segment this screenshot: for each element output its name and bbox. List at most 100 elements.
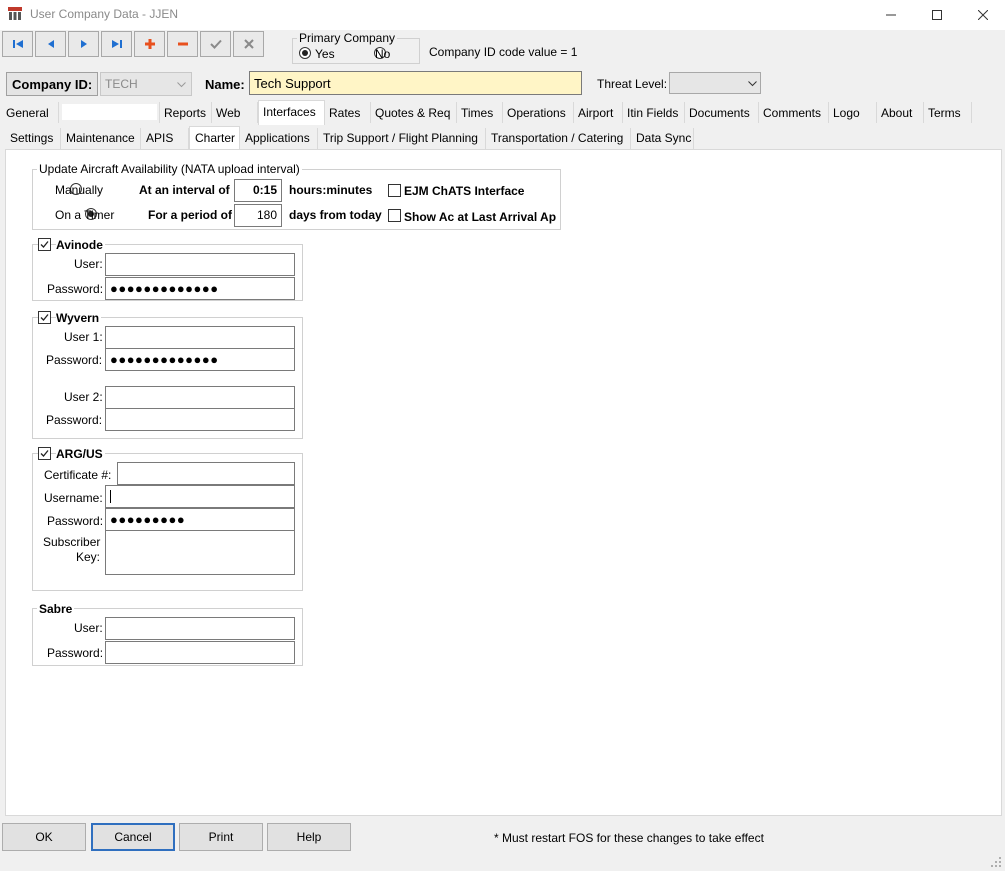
tab-blank-highlight	[62, 104, 157, 120]
avinode-label: Avinode	[56, 238, 105, 252]
primary-yes-radio[interactable]	[299, 47, 311, 59]
tab-times[interactable]: Times	[457, 102, 503, 123]
print-button[interactable]: Print	[179, 823, 263, 851]
show-ac-label: Show Ac at Last Arrival Ap	[404, 210, 557, 224]
period-input[interactable]: 180	[234, 204, 282, 227]
previous-record-button[interactable]	[35, 31, 66, 57]
company-id-select[interactable]: TECH	[100, 72, 192, 96]
minimize-icon	[886, 14, 896, 16]
accept-button[interactable]	[200, 31, 231, 57]
avinode-checkbox[interactable]	[38, 238, 51, 251]
avinode-password-label: Password:	[47, 282, 104, 296]
tab-operations[interactable]: Operations	[503, 102, 574, 123]
checkmark-icon	[40, 241, 49, 248]
threat-level-select[interactable]	[669, 72, 761, 94]
cancel-edit-button[interactable]	[233, 31, 264, 57]
period-unit: days from today	[289, 208, 382, 222]
tab-charter[interactable]: Charter	[189, 126, 240, 150]
next-record-button[interactable]	[68, 31, 99, 57]
avinode-user-input[interactable]	[105, 253, 295, 276]
tab-terms[interactable]: Terms	[924, 102, 972, 123]
tab-reports[interactable]: Reports	[160, 102, 212, 123]
name-input[interactable]: Tech Support	[249, 71, 582, 95]
tab-apis[interactable]: APIS	[141, 128, 189, 149]
sabre-label: Sabre	[37, 602, 75, 616]
company-id-code: Company ID code value = 1	[429, 45, 578, 59]
tab-about[interactable]: About	[877, 102, 924, 123]
tab-transportation-catering[interactable]: Transportation / Catering	[486, 128, 631, 149]
tab-rates[interactable]: Rates	[325, 102, 371, 123]
minimize-button[interactable]	[868, 0, 914, 30]
tab-settings[interactable]: Settings	[5, 128, 61, 149]
on-timer-label: On a Timer	[55, 208, 115, 222]
primary-no-label: No	[375, 47, 391, 61]
show-ac-checkbox[interactable]	[388, 209, 401, 222]
wyvern-label: Wyvern	[56, 311, 102, 325]
argus-subscriber-label: Subscriber	[43, 535, 101, 549]
help-button[interactable]: Help	[267, 823, 351, 851]
text-cursor	[110, 490, 111, 503]
argus-subscriber-key-input[interactable]	[105, 530, 295, 575]
sabre-user-input[interactable]	[105, 617, 295, 640]
argus-checkbox[interactable]	[38, 447, 51, 460]
wyvern-password1-input[interactable]: ●●●●●●●●●●●●●	[105, 348, 295, 371]
title-bar: User Company Data - JJEN	[0, 0, 1005, 30]
chevron-down-icon	[177, 82, 186, 88]
tab-itin-fields[interactable]: Itin Fields	[623, 102, 685, 123]
tab-trip-support[interactable]: Trip Support / Flight Planning	[318, 128, 486, 149]
tab-general[interactable]: General	[2, 102, 59, 123]
last-record-icon	[111, 40, 122, 48]
company-id-label: Company ID:	[6, 72, 98, 96]
checkmark-icon	[40, 314, 49, 321]
close-icon	[978, 10, 988, 20]
name-label: Name:	[205, 77, 245, 92]
delete-record-icon	[177, 42, 188, 46]
manually-label: Manually	[55, 183, 104, 197]
sabre-password-input[interactable]	[105, 641, 295, 664]
interval-input[interactable]: 0:15	[234, 179, 282, 202]
last-record-button[interactable]	[101, 31, 132, 57]
wyvern-checkbox[interactable]	[38, 311, 51, 324]
tab-web[interactable]: Web	[212, 102, 258, 123]
argus-certificate-label: Certificate #:	[44, 468, 112, 482]
primary-company-label: Primary Company	[297, 31, 398, 45]
wyvern-password2-input[interactable]	[105, 408, 295, 431]
tab-interfaces[interactable]: Interfaces	[258, 100, 325, 125]
avinode-password-input[interactable]: ●●●●●●●●●●●●●	[105, 277, 295, 300]
argus-username-input[interactable]	[105, 485, 295, 508]
restart-note: * Must restart FOS for these changes to …	[494, 831, 764, 845]
sabre-user-label: User:	[74, 621, 103, 635]
argus-password-label: Password:	[47, 514, 104, 528]
maximize-icon	[932, 10, 942, 20]
close-window-button[interactable]	[960, 0, 1005, 30]
add-record-button[interactable]	[134, 31, 165, 57]
threat-level-label: Threat Level:	[597, 77, 668, 91]
tab-logo[interactable]: Logo	[829, 102, 877, 123]
accept-icon	[209, 39, 222, 49]
tab-data-sync[interactable]: Data Sync	[631, 128, 694, 149]
tab-airport[interactable]: Airport	[574, 102, 623, 123]
wyvern-user1-input[interactable]	[105, 326, 295, 349]
cancel-button[interactable]: Cancel	[91, 823, 175, 851]
ejm-chats-checkbox[interactable]	[388, 184, 401, 197]
ejm-chats-label: EJM ChATS Interface	[404, 184, 525, 198]
delete-record-button[interactable]	[167, 31, 198, 57]
argus-password-input[interactable]: ●●●●●●●●●	[105, 508, 295, 531]
wyvern-user2-input[interactable]	[105, 386, 295, 409]
tab-maintenance[interactable]: Maintenance	[61, 128, 141, 149]
tab-documents[interactable]: Documents	[685, 102, 759, 123]
avinode-user-label: User:	[74, 257, 103, 271]
next-record-icon	[80, 40, 87, 48]
argus-label: ARG/US	[56, 447, 105, 461]
resize-grip-icon[interactable]	[990, 856, 1002, 868]
wyvern-user1-label: User 1:	[64, 330, 103, 344]
first-record-button[interactable]	[2, 31, 33, 57]
wyvern-user2-label: User 2:	[64, 390, 103, 404]
tab-applications[interactable]: Applications	[240, 128, 318, 149]
ok-button[interactable]: OK	[2, 823, 86, 851]
argus-key-label: Key:	[76, 550, 101, 564]
tab-comments[interactable]: Comments	[759, 102, 829, 123]
tab-quotes-req[interactable]: Quotes & Req	[371, 102, 457, 123]
maximize-button[interactable]	[914, 0, 960, 30]
argus-certificate-input[interactable]	[117, 462, 295, 485]
